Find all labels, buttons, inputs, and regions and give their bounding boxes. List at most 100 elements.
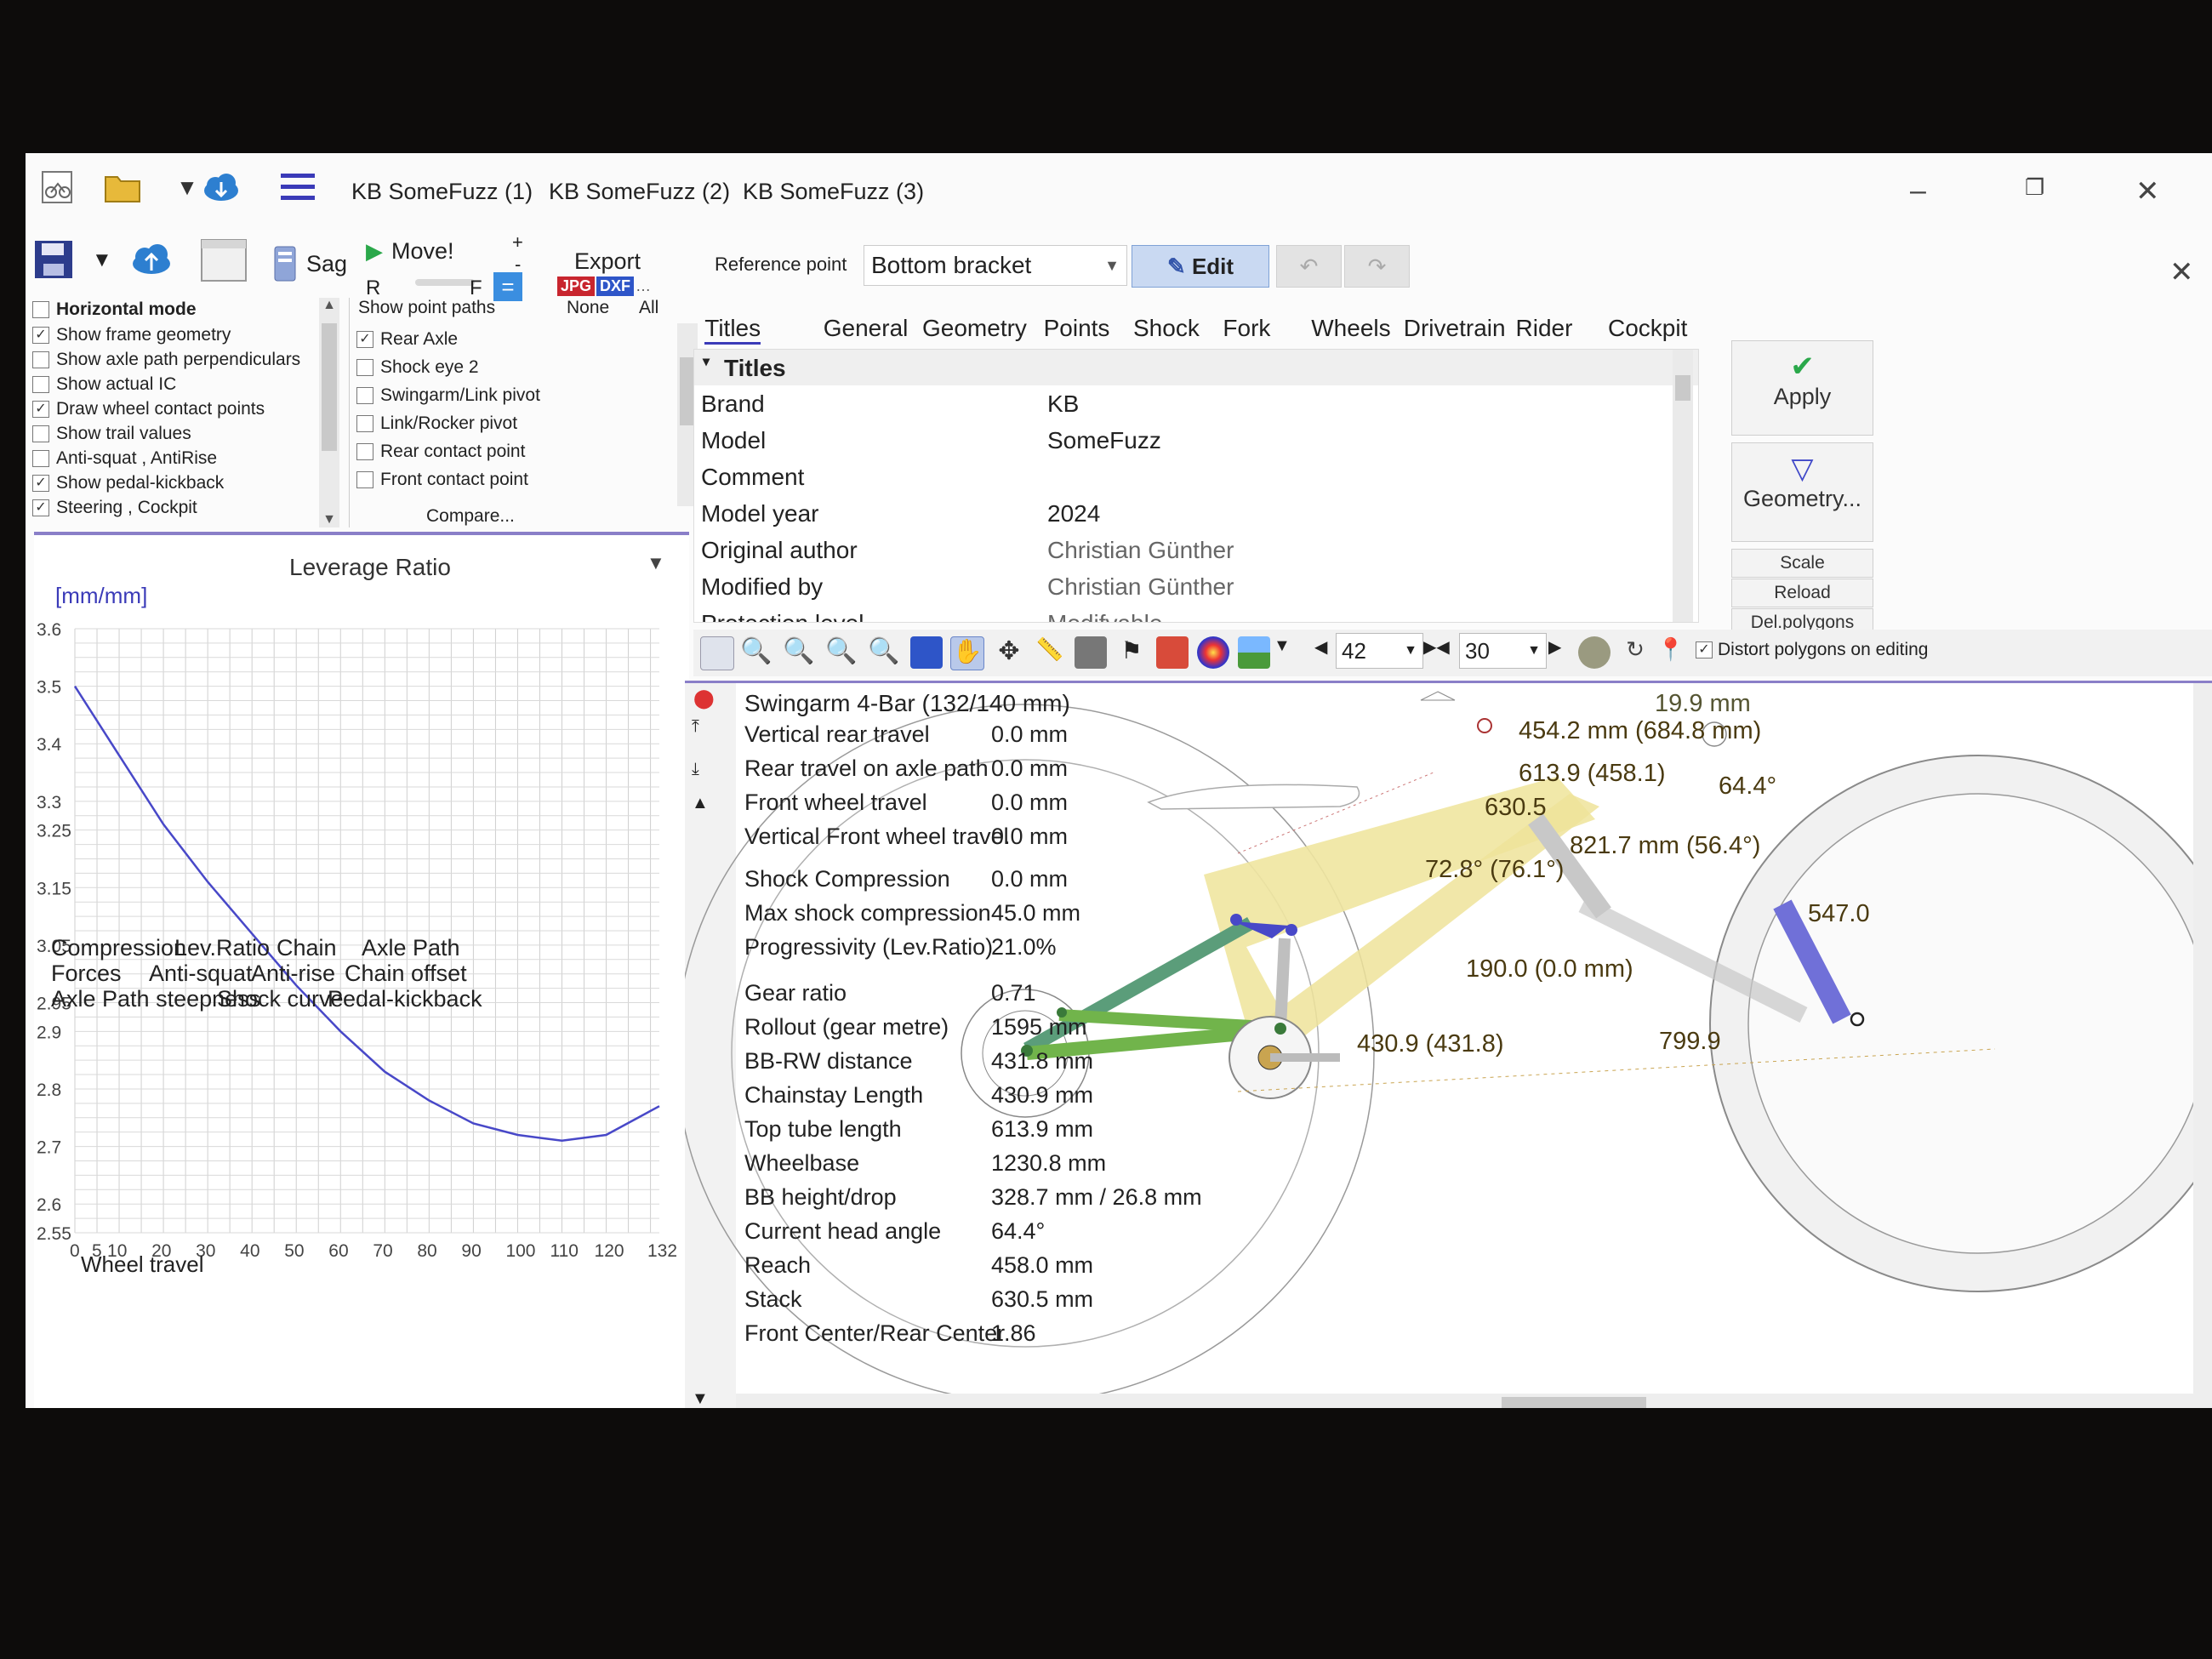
save-icon[interactable] xyxy=(32,238,75,281)
redo-button[interactable]: ↷ xyxy=(1344,245,1410,288)
jpg-export-button[interactable]: JPG xyxy=(557,276,596,296)
option-checkbox[interactable] xyxy=(32,450,49,467)
property-row[interactable]: Brand KB xyxy=(694,385,1698,421)
compare-button[interactable]: Compare... xyxy=(426,506,515,527)
reference-point-select[interactable]: Bottom bracket ▼ xyxy=(864,245,1127,286)
canvas-hscroll-thumb[interactable] xyxy=(1502,1397,1646,1408)
zoom-fit-icon[interactable]: 🔍 xyxy=(825,636,858,669)
color-wheel-icon[interactable] xyxy=(1197,636,1229,669)
plus-button[interactable]: + xyxy=(512,231,523,254)
zoom-out-icon[interactable]: 🔍 xyxy=(783,636,815,669)
window-icon[interactable] xyxy=(200,238,248,282)
point-path-row[interactable]: Link/Rocker pivot xyxy=(356,412,517,436)
next-icon[interactable]: ▶ xyxy=(1548,636,1561,658)
flag-icon[interactable]: ⚑ xyxy=(1115,636,1148,669)
option-checkbox[interactable] xyxy=(32,376,49,393)
point-path-row[interactable]: Shock eye 2 xyxy=(356,356,479,379)
titles-section-header[interactable]: ▾ Titles xyxy=(694,350,1698,385)
geometry-button[interactable]: ▽ Geometry... xyxy=(1731,442,1873,542)
chainring-select[interactable]: 42 ▼ xyxy=(1336,633,1423,669)
undo-button[interactable]: ↶ xyxy=(1276,245,1342,288)
point-path-checkbox[interactable] xyxy=(356,415,373,432)
bike-tool-icon[interactable] xyxy=(1156,636,1189,669)
distort-polygons-checkbox[interactable]: ✓ xyxy=(1696,641,1713,658)
option-checkbox[interactable]: ✓ xyxy=(32,475,49,492)
geometry-canvas[interactable]: ⬤ ⤒ ⤓ ▲ ▼ Swingarm 4-Bar (132/140 mm) Ve… xyxy=(685,681,2212,1408)
horizontal-mode-option[interactable]: Horizontal mode xyxy=(32,298,197,322)
grid-icon[interactable] xyxy=(700,636,734,670)
scroll-down-icon[interactable]: ▼ xyxy=(319,512,339,527)
prev-icon[interactable]: ◀ xyxy=(1314,636,1327,658)
option-checkbox[interactable] xyxy=(32,351,49,368)
options-scrollbar[interactable]: ▲ ▼ xyxy=(319,298,339,527)
pin-icon[interactable]: 📍 xyxy=(1655,636,1687,669)
distort-polygons-option[interactable]: ✓ Distort polygons on editing xyxy=(1696,640,1928,660)
move-icon[interactable]: ✥ xyxy=(993,636,1025,669)
canvas-vscrollbar[interactable] xyxy=(2193,683,2212,1408)
point-path-checkbox[interactable] xyxy=(356,471,373,488)
point-path-checkbox[interactable] xyxy=(356,359,373,376)
tab-cockpit[interactable]: Cockpit xyxy=(1608,315,1687,342)
analysis-tab[interactable]: Compression xyxy=(51,935,186,961)
doc-tab-1[interactable]: KB SomeFuzz (1) xyxy=(351,179,533,205)
option-row[interactable]: Show actual IC xyxy=(32,373,176,396)
point-path-checkbox[interactable] xyxy=(356,443,373,460)
refresh-icon[interactable]: ↻ xyxy=(1619,636,1651,669)
dxf-export-button[interactable]: DXF xyxy=(596,276,635,296)
canvas-hscrollbar[interactable] xyxy=(736,1394,2193,1408)
option-row[interactable]: Anti-squat , AntiRise xyxy=(32,447,217,470)
point-paths-none-button[interactable]: None xyxy=(567,298,609,318)
chevron-down-icon[interactable]: ▼ xyxy=(1274,636,1306,669)
property-row[interactable]: Protection level Modifyable xyxy=(694,605,1698,622)
tab-points[interactable]: Points xyxy=(1044,315,1110,342)
tab-geometry[interactable]: Geometry xyxy=(922,315,1027,342)
analysis-tab[interactable]: Shock curve xyxy=(217,986,344,1012)
zoom-in-icon[interactable]: 🔍 xyxy=(740,636,772,669)
restore-icon[interactable]: ❐ xyxy=(2025,174,2044,201)
point-path-row[interactable]: Front contact point xyxy=(356,468,528,492)
analysis-tab[interactable]: Chain offset xyxy=(345,961,467,987)
property-value[interactable]: SomeFuzz xyxy=(1047,427,1161,454)
minimize-icon[interactable]: – xyxy=(1910,174,1926,208)
pan-hand-icon[interactable]: ✋ xyxy=(950,636,984,670)
scale-button[interactable]: Scale xyxy=(1731,549,1873,578)
point-path-checkbox[interactable]: ✓ xyxy=(356,331,373,348)
save-dropdown-icon[interactable]: ▼ xyxy=(92,248,112,272)
more-icon[interactable]: … xyxy=(636,277,651,295)
menu-icon[interactable] xyxy=(272,162,323,213)
move-button[interactable]: ▶ Move! xyxy=(366,238,454,265)
next-icon[interactable]: ▶◀ xyxy=(1423,636,1450,658)
tab-general[interactable]: General xyxy=(824,315,909,342)
zoom-window-icon[interactable]: 🔍 xyxy=(868,636,900,669)
tab-wheels[interactable]: Wheels xyxy=(1311,315,1390,342)
ruler-icon[interactable]: 📏 xyxy=(1034,636,1066,669)
draw-icon[interactable] xyxy=(910,636,943,669)
layers-icon[interactable] xyxy=(1075,636,1107,669)
equals-button[interactable]: = xyxy=(493,272,522,301)
property-value[interactable]: 2024 xyxy=(1047,500,1100,527)
gear-icon[interactable] xyxy=(1578,636,1611,669)
analysis-tab[interactable]: Forces xyxy=(51,961,122,987)
tab-drivetrain[interactable]: Drivetrain xyxy=(1404,315,1506,342)
tab-fork[interactable]: Fork xyxy=(1223,315,1270,342)
cog-select[interactable]: 30 ▼ xyxy=(1459,633,1547,669)
tab-rider[interactable]: Rider xyxy=(1516,315,1573,342)
doc-tab-3[interactable]: KB SomeFuzz (3) xyxy=(743,179,924,205)
options-scroll-thumb[interactable] xyxy=(322,323,337,451)
analysis-tab[interactable]: Anti-rise xyxy=(251,961,335,987)
horizontal-mode-checkbox[interactable] xyxy=(32,301,49,318)
option-row[interactable]: Show trail values xyxy=(32,422,191,446)
point-path-checkbox[interactable] xyxy=(356,387,373,404)
property-row[interactable]: Comment xyxy=(694,459,1698,494)
point-path-row[interactable]: ✓ Rear Axle xyxy=(356,328,458,351)
option-checkbox[interactable]: ✓ xyxy=(32,499,49,516)
cloud-upload-icon[interactable] xyxy=(128,240,175,277)
analysis-tab[interactable]: Chain xyxy=(276,935,337,961)
option-row[interactable]: ✓ Show frame geometry xyxy=(32,323,231,347)
analysis-tab[interactable]: Lev.Ratio xyxy=(174,935,270,961)
analysis-tab[interactable]: Pedal-kickback xyxy=(328,986,482,1012)
point-path-row[interactable]: Rear contact point xyxy=(356,440,525,464)
option-row[interactable]: ✓ Draw wheel contact points xyxy=(32,397,265,421)
property-value[interactable]: Christian Günther xyxy=(1047,537,1234,564)
property-row[interactable]: Model SomeFuzz xyxy=(694,422,1698,458)
